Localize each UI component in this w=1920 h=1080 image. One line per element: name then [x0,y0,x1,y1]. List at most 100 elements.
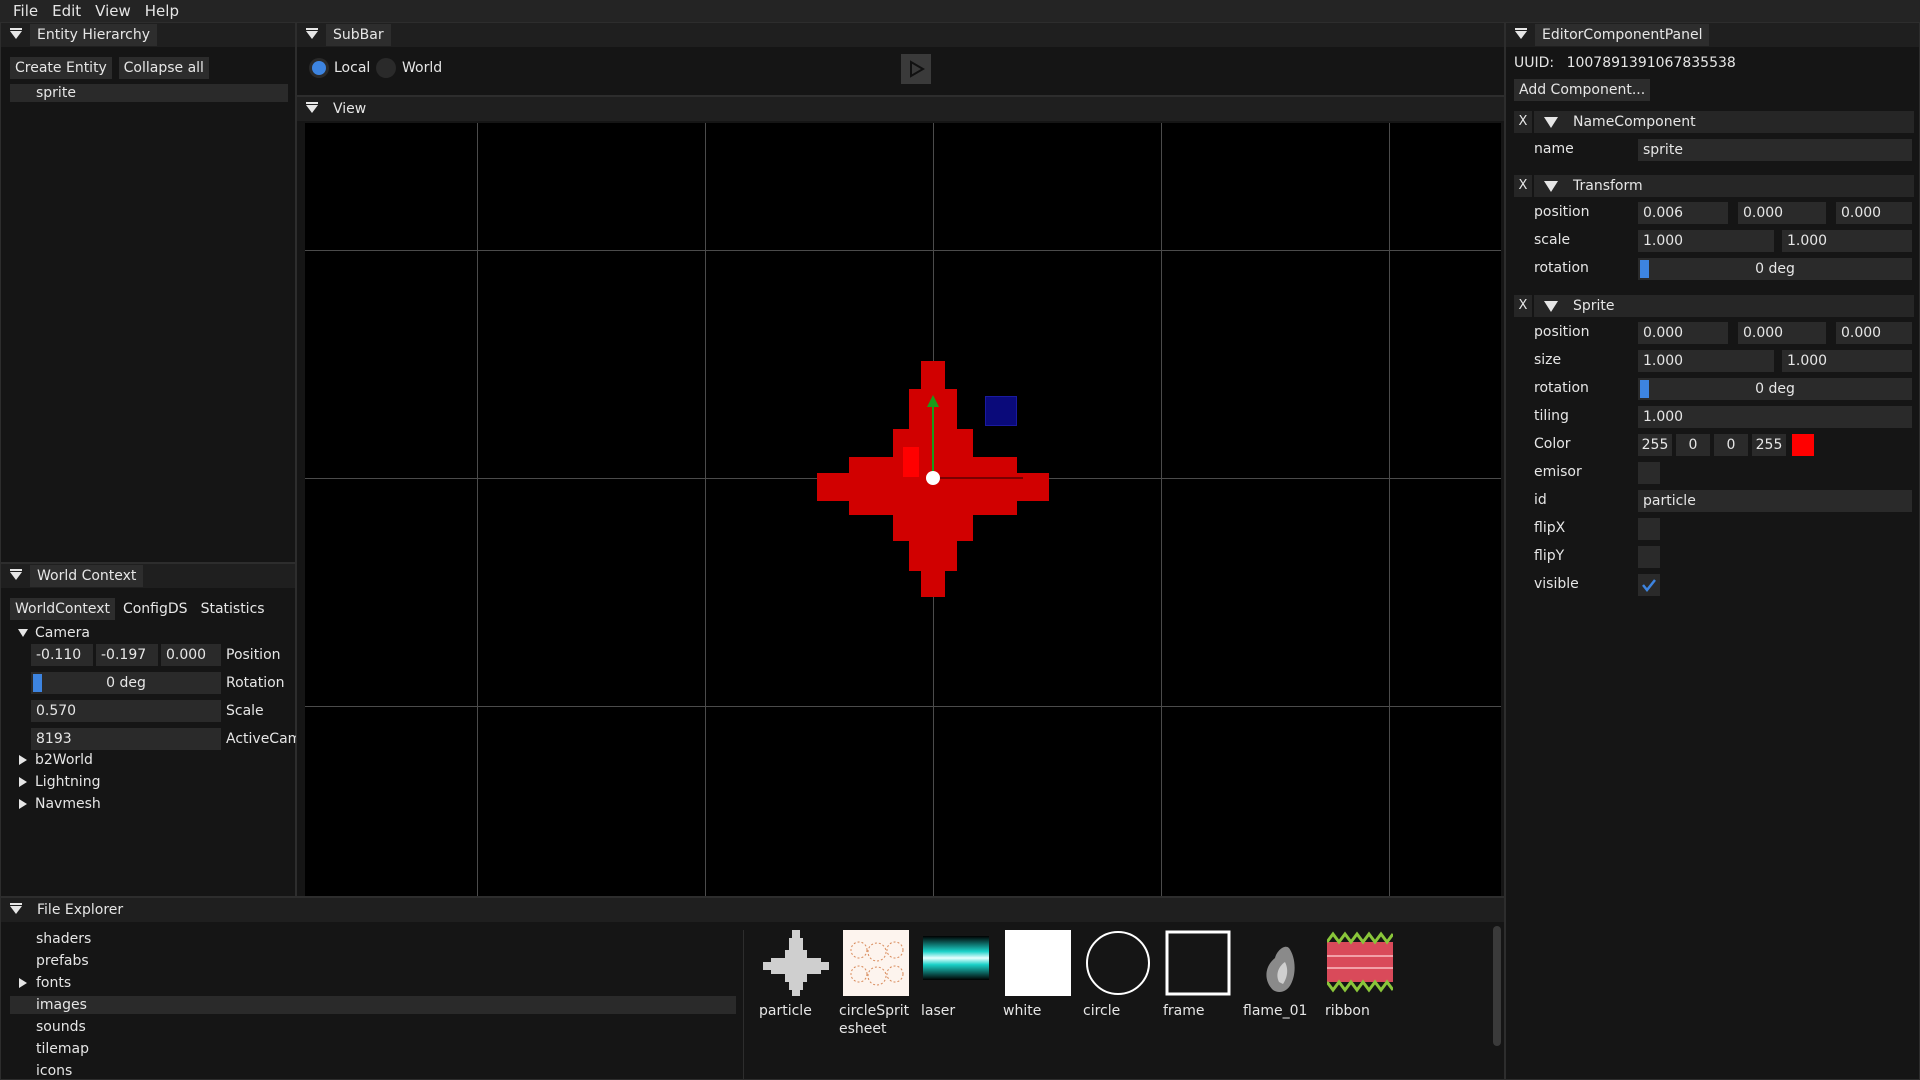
remove-sprite-button[interactable]: X [1514,295,1532,317]
frame-thumbnail[interactable] [1165,930,1231,996]
expand-icon[interactable] [18,629,28,637]
camera-scale-field[interactable]: 0.570 [31,700,221,722]
visible-checkbox[interactable] [1638,574,1660,596]
camera-position-y[interactable]: -0.197 [96,644,158,666]
flipx-checkbox[interactable] [1638,518,1660,540]
collapse-icon[interactable] [1515,28,1527,39]
sprite-rotation-slider[interactable]: 0 deg [1638,378,1912,400]
flame-thumbnail[interactable] [1247,930,1313,996]
remove-transform-button[interactable]: X [1514,175,1532,197]
sprite-tiling-field[interactable]: 1.000 [1638,406,1912,428]
file-ribbon[interactable]: ribbon [1325,1002,1370,1020]
radio-world-label[interactable]: World [402,57,442,79]
gizmo-center-handle[interactable] [926,471,940,485]
transform-position-y[interactable]: 0.000 [1738,202,1826,224]
laser-thumbnail[interactable] [923,930,989,996]
radio-world[interactable] [376,58,396,78]
transform-position-z[interactable]: 0.000 [1836,202,1912,224]
color-b-field[interactable]: 0 [1714,434,1748,456]
b2world-node[interactable]: b2World [35,749,93,771]
transform-header[interactable]: Transform [1534,175,1914,197]
viewport[interactable] [305,123,1501,896]
camera-position-x[interactable]: -0.110 [31,644,93,666]
subbar-title[interactable]: SubBar [326,24,391,46]
collapse-all-button[interactable]: Collapse all [118,57,209,79]
add-component-button[interactable]: Add Component... [1514,79,1651,101]
expand-icon[interactable] [19,978,27,988]
camera-rotation-slider[interactable]: 0 deg [31,672,221,694]
sprite-position-z[interactable]: 0.000 [1836,322,1912,344]
collapse-icon[interactable] [10,28,22,39]
collapse-icon[interactable] [1544,301,1558,312]
remove-namecomponent-button[interactable]: X [1514,111,1532,133]
entity-hierarchy-title[interactable]: Entity Hierarchy [30,24,157,46]
collapse-icon[interactable] [10,903,22,914]
tab-worldcontext[interactable]: WorldContext [10,598,115,620]
collapse-icon[interactable] [306,28,318,39]
inspector-title[interactable]: EditorComponentPanel [1535,24,1710,46]
menu-edit[interactable]: Edit [45,0,88,22]
file-flame01[interactable]: flame_01 [1243,1002,1307,1020]
file-explorer-title[interactable]: File Explorer [30,899,130,921]
folder-shaders[interactable]: shaders [36,930,91,948]
file-circlespritesheet[interactable]: circleSprit esheet [839,1002,909,1038]
menu-view[interactable]: View [88,0,138,22]
ribbon-thumbnail[interactable] [1327,930,1393,996]
collapse-icon[interactable] [306,102,318,113]
expand-icon[interactable] [19,799,27,809]
world-context-title[interactable]: World Context [30,565,144,587]
folder-tilemap[interactable]: tilemap [36,1040,89,1058]
color-r-field[interactable]: 255 [1638,434,1672,456]
file-particle[interactable]: particle [759,1002,812,1020]
sprite-size-x[interactable]: 1.000 [1638,350,1774,372]
file-laser[interactable]: laser [921,1002,955,1020]
radio-local[interactable] [309,58,329,78]
expand-icon[interactable] [19,755,27,765]
circle-thumbnail[interactable] [1085,930,1151,996]
folder-sounds[interactable]: sounds [36,1018,86,1036]
navmesh-node[interactable]: Navmesh [35,793,101,815]
gizmo-x-axis[interactable] [933,477,1023,479]
emisor-checkbox[interactable] [1638,462,1660,484]
collapse-icon[interactable] [1544,117,1558,128]
file-frame[interactable]: frame [1163,1002,1205,1020]
camera-node[interactable]: Camera [35,622,90,644]
sprite-header[interactable]: Sprite [1534,295,1914,317]
gizmo-plane-handle[interactable] [985,396,1017,426]
folder-prefabs[interactable]: prefabs [36,952,89,970]
active-cam-field[interactable]: 8193 [31,728,221,750]
spritesheet-thumbnail[interactable] [843,930,909,996]
entity-item-sprite[interactable]: sprite [10,84,288,102]
menu-file[interactable]: File [6,0,45,22]
color-g-field[interactable]: 0 [1676,434,1710,456]
sprite-id-field[interactable]: particle [1638,490,1912,512]
menu-help[interactable]: Help [138,0,186,22]
sprite-position-y[interactable]: 0.000 [1738,322,1826,344]
white-thumbnail[interactable] [1005,930,1071,996]
transform-scale-y[interactable]: 1.000 [1782,230,1912,252]
gizmo-y-axis[interactable] [932,401,934,478]
radio-local-label[interactable]: Local [334,57,370,79]
folder-images[interactable]: images [36,996,87,1014]
sprite-size-y[interactable]: 1.000 [1782,350,1912,372]
name-field[interactable]: sprite [1638,139,1912,161]
tab-configds[interactable]: ConfigDS [118,598,193,620]
file-grid-scrollbar[interactable] [1493,926,1501,1046]
folder-fonts[interactable]: fonts [36,974,71,992]
create-entity-button[interactable]: Create Entity [10,57,112,79]
transform-rotation-slider[interactable]: 0 deg [1638,258,1912,280]
lightning-node[interactable]: Lightning [35,771,100,793]
file-white[interactable]: white [1003,1002,1041,1020]
gizmo-y-arrow-icon[interactable] [927,395,939,407]
transform-scale-x[interactable]: 1.000 [1638,230,1774,252]
file-circle[interactable]: circle [1083,1002,1120,1020]
camera-position-z[interactable]: 0.000 [161,644,221,666]
collapse-icon[interactable] [1544,181,1558,192]
color-a-field[interactable]: 255 [1752,434,1786,456]
tab-statistics[interactable]: Statistics [196,598,270,620]
particle-thumbnail[interactable] [763,930,829,996]
namecomponent-header[interactable]: NameComponent [1534,111,1914,133]
view-title[interactable]: View [326,98,373,120]
flipy-checkbox[interactable] [1638,546,1660,568]
expand-icon[interactable] [19,777,27,787]
